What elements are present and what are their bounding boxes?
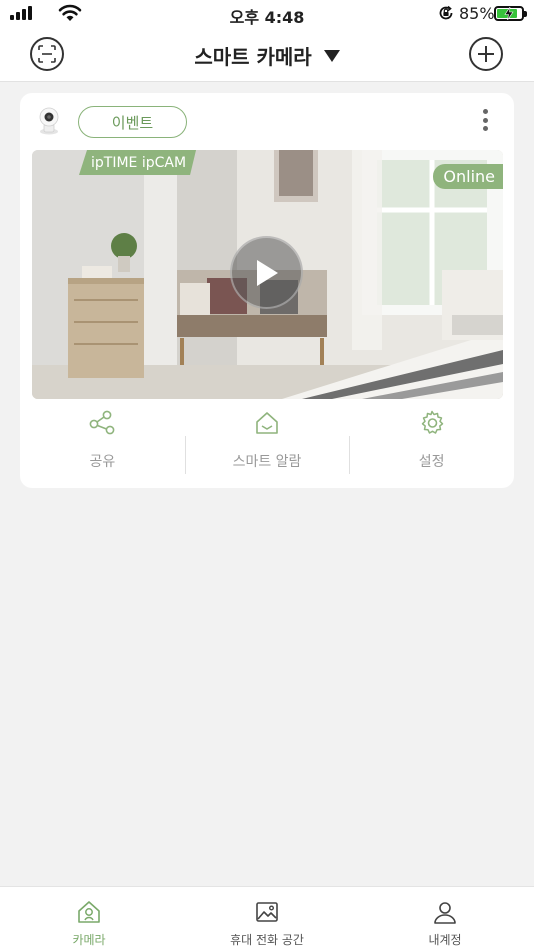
play-icon [256,259,278,286]
share-icon [89,410,115,435]
app-header: 스마트 카메라 [0,28,534,82]
tab-camera-label: 카메라 [72,933,106,947]
battery-percentage: 85% [459,4,495,23]
event-button[interactable]: 이벤트 [78,106,187,138]
rotation-lock-icon [439,5,453,20]
home-alarm-icon [256,412,278,434]
bottom-tab-bar: 카메라 휴대 전화 공간 내계정 [0,886,534,950]
play-button[interactable] [230,236,303,309]
camera-group-selector[interactable]: 스마트 카메라 [0,41,534,70]
charging-bolt-icon [504,7,514,20]
tab-my-account-label: 내계정 [428,933,462,947]
camera-device-icon [39,107,59,135]
camera-card: 이벤트 ipTIME ipCAM Online 공유 스마트 알람 설정 [20,93,514,488]
page-title: 스마트 카메라 [194,45,312,69]
person-icon [434,902,456,924]
more-options-button[interactable] [475,107,495,133]
settings-action[interactable]: 설정 [349,409,514,475]
camera-preview[interactable]: ipTIME ipCAM Online [32,150,503,399]
smart-alarm-label: 스마트 알람 [232,454,302,470]
share-action[interactable]: 공유 [20,409,185,475]
tab-phone-storage[interactable]: 휴대 전화 공간 [178,887,356,950]
smart-alarm-action[interactable]: 스마트 알람 [184,409,350,475]
chevron-down-icon [323,49,340,62]
add-camera-button[interactable] [469,37,503,71]
tab-camera[interactable]: 카메라 [0,887,178,950]
camera-actions: 공유 스마트 알람 설정 [20,409,514,475]
share-label: 공유 [89,454,116,470]
plus-icon [478,46,494,62]
status-bar: 오후 4:48 85% [0,0,534,28]
battery-icon [494,6,527,21]
image-icon [256,902,278,922]
gear-icon [421,410,443,434]
status-badge: Online [433,164,503,189]
settings-label: 설정 [418,454,445,470]
brand-tag: ipTIME ipCAM [79,150,196,175]
tab-my-account[interactable]: 내계정 [356,887,534,950]
tab-phone-storage-label: 휴대 전화 공간 [230,933,304,947]
home-camera-icon [78,901,100,923]
